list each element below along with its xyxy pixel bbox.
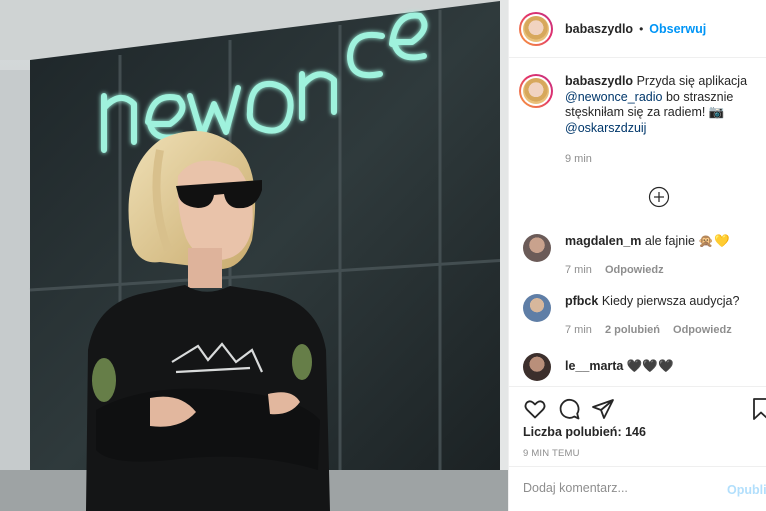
likes-count[interactable]: Liczba polubień: 146	[523, 425, 646, 439]
share-icon[interactable]	[591, 397, 615, 421]
caption-mention-oskar[interactable]: @oskarszdzuij	[565, 121, 646, 135]
header-separator: •	[639, 21, 644, 36]
post-header: babaszydlo • Obserwuj	[509, 0, 766, 58]
reply-button[interactable]: Odpowiedz	[605, 264, 664, 276]
comment-text: Kiedy pierwsza audycja?	[601, 294, 740, 308]
comment-username[interactable]: magdalen_m	[565, 234, 641, 248]
comment-item: magdalen_m ale fajnie 🙊💛 7 min Odpowiedz	[523, 234, 763, 278]
load-more-comments-icon[interactable]	[648, 186, 670, 208]
comment-item: le__marta 🖤🖤🖤	[523, 353, 763, 381]
caption-username[interactable]: babaszydlo	[565, 74, 633, 88]
comment-text: ale fajnie 🙊💛	[644, 234, 730, 248]
post-actions: Liczba polubień: 146 9 MIN TEMU	[509, 386, 766, 466]
comments-section: babaszydlo Przyda się aplikacja @newonce…	[509, 58, 766, 386]
comment-icon[interactable]	[557, 397, 581, 421]
comment-likes[interactable]: 2 polubień	[605, 324, 660, 336]
add-comment-bar: Opublikuj	[509, 466, 766, 511]
caption-avatar[interactable]	[519, 74, 553, 108]
comment-time: 7 min	[565, 324, 592, 336]
author-avatar[interactable]	[519, 11, 553, 46]
publish-button[interactable]: Opublikuj	[727, 483, 766, 497]
save-icon[interactable]	[749, 397, 766, 421]
comment-input[interactable]	[523, 481, 713, 495]
caption-text: babaszydlo Przyda się aplikacja @newonce…	[565, 74, 749, 136]
commenter-avatar[interactable]	[523, 353, 551, 381]
post-side-panel: babaszydlo • Obserwuj babaszydlo Przyda …	[508, 0, 766, 511]
post-photo[interactable]	[0, 0, 508, 511]
author-username[interactable]: babaszydlo	[565, 22, 633, 36]
comment-time: 7 min	[565, 264, 592, 276]
photo-illustration	[0, 0, 508, 511]
comment-text: 🖤🖤🖤	[626, 359, 674, 373]
comment-username[interactable]: le__marta	[565, 359, 623, 373]
comment-item: pfbck Kiedy pierwsza audycja? 7 min 2 po…	[523, 294, 763, 338]
post-caption: babaszydlo Przyda się aplikacja @newonce…	[519, 74, 759, 136]
caption-time: 9 min	[565, 153, 592, 165]
reply-button[interactable]: Odpowiedz	[673, 324, 732, 336]
caption-text-part-1: Przyda się aplikacja	[636, 74, 748, 88]
instagram-post: babaszydlo • Obserwuj babaszydlo Przyda …	[0, 0, 766, 511]
follow-button[interactable]: Obserwuj	[649, 22, 706, 36]
commenter-avatar[interactable]	[523, 234, 551, 262]
commenter-avatar[interactable]	[523, 294, 551, 322]
comment-username[interactable]: pfbck	[565, 294, 598, 308]
post-timestamp: 9 MIN TEMU	[523, 448, 580, 459]
caption-mention-newonce[interactable]: @newonce_radio	[565, 90, 662, 104]
heart-icon[interactable]	[523, 397, 547, 421]
